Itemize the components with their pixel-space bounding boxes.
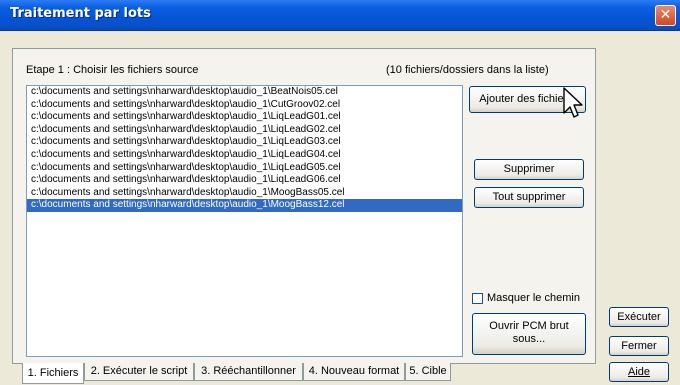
close-window-button[interactable]: ✕ [655, 5, 676, 26]
open-raw-pcm-label: Ouvrir PCM brut sous... [489, 320, 569, 345]
step-label: Etape 1 : Choisir les fichiers source [26, 64, 199, 76]
file-list-item[interactable]: c:\documents and settings\nharward\deskt… [27, 124, 462, 137]
tab-run-script[interactable]: 2. Exécuter le script [84, 363, 194, 381]
remove-button[interactable]: Supprimer [474, 159, 584, 180]
window-title: Traitement par lots [10, 6, 151, 21]
remove-all-button[interactable]: Tout supprimer [474, 187, 584, 208]
file-list[interactable]: c:\documents and settings\nharward\deskt… [26, 85, 463, 357]
file-count-label: (10 fichiers/dossiers dans la liste) [386, 64, 549, 76]
file-list-item[interactable]: c:\documents and settings\nharward\deskt… [27, 136, 462, 149]
tab-files[interactable]: 1. Fichiers [22, 363, 84, 384]
file-list-item[interactable]: c:\documents and settings\nharward\deskt… [27, 111, 462, 124]
tab-target[interactable]: 5. Cible [405, 363, 451, 381]
file-list-item[interactable]: c:\documents and settings\nharward\deskt… [27, 99, 462, 112]
batch-dialog: Traitement par lots ✕ Etape 1 : Choisir … [0, 0, 680, 385]
file-list-item[interactable]: c:\documents and settings\nharward\deskt… [27, 174, 462, 187]
execute-button[interactable]: Exécuter [609, 307, 669, 327]
file-list-item[interactable]: c:\documents and settings\nharward\deskt… [27, 149, 462, 162]
hide-path-checkbox[interactable] [472, 292, 483, 304]
file-list-item[interactable]: c:\documents and settings\nharward\deskt… [27, 162, 462, 175]
file-list-item[interactable]: c:\documents and settings\nharward\deskt… [27, 187, 462, 200]
hide-path-option[interactable]: Masquer le chemin [472, 292, 580, 304]
mouse-pointer-icon [563, 87, 583, 118]
tab-resample[interactable]: 3. Rééchantillonner [194, 363, 303, 381]
tab-new-format[interactable]: 4. Nouveau format [303, 363, 405, 381]
help-label: Aide [627, 366, 651, 378]
close-button[interactable]: Fermer [609, 336, 669, 356]
file-list-item[interactable]: c:\documents and settings\nharward\deskt… [27, 199, 462, 212]
open-raw-pcm-button[interactable]: Ouvrir PCM brut sous... [472, 313, 586, 355]
hide-path-label: Masquer le chemin [487, 292, 580, 304]
file-list-item[interactable]: c:\documents and settings\nharward\deskt… [27, 86, 462, 99]
title-bar[interactable]: Traitement par lots ✕ [0, 0, 680, 31]
help-button[interactable]: Aide [609, 362, 669, 382]
